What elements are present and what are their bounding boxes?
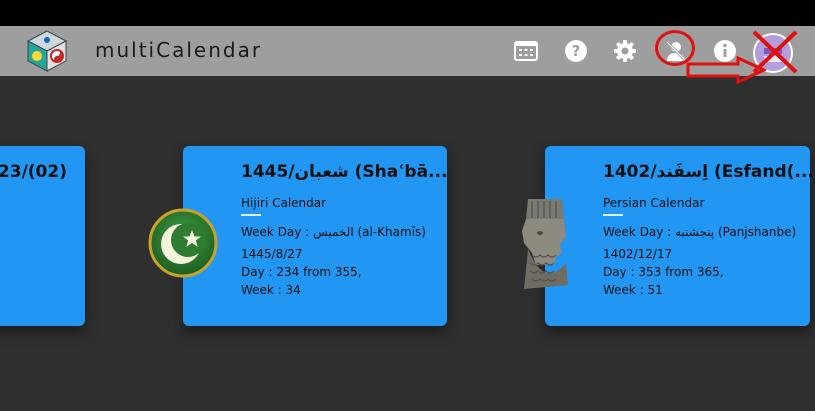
card-weekday: Week Day : پنجشنبه (Panjshanbe) <box>603 225 797 239</box>
calendar-card-persian[interactable]: 1402/اِسفَند (Esfand(... Persian Calenda… <box>545 146 814 326</box>
persian-relief-icon <box>522 199 568 289</box>
gear-icon <box>614 40 636 62</box>
settings-button[interactable] <box>611 37 639 65</box>
subtitle-underline <box>241 214 261 216</box>
card-subtitle: Persian Calendar <box>603 196 705 210</box>
card-day-of-year: Day : 234 from 355, <box>241 265 362 279</box>
card-title: 1402/اِسفَند (Esfand(... <box>603 162 814 182</box>
help-icon: ? <box>565 40 587 62</box>
app-logo-icon[interactable] <box>24 29 70 73</box>
card-title: ‏(02)/23 <box>0 162 67 182</box>
calendar-card-partial[interactable]: ‏(02)/23 <box>0 146 85 326</box>
crescent-star-icon <box>148 208 218 278</box>
card-weekday: Week Day : الخميس (al-Khamīs) <box>241 225 426 239</box>
card-title: 1445/شعبان (Shaʿbā... <box>241 162 448 182</box>
annotation-cross-icon <box>752 30 798 74</box>
card-day-of-year: Day : 353 from 365, <box>603 265 724 279</box>
svg-text:?: ? <box>572 42 581 60</box>
status-strip <box>0 0 815 26</box>
help-button[interactable]: ? <box>562 37 590 65</box>
calendar-card-hijri[interactable]: 1445/شعبان (Shaʿbā... Hijiri Calendar We… <box>183 146 447 326</box>
card-date: 1445/8/27 <box>241 247 303 261</box>
calendar-view-button[interactable] <box>512 37 540 65</box>
app-title: multiCalendar <box>95 38 263 62</box>
card-subtitle: Hijiri Calendar <box>241 196 327 210</box>
card-week: Week : 51 <box>603 283 663 297</box>
card-date: 1402/12/17 <box>603 247 673 261</box>
card-week: Week : 34 <box>241 283 301 297</box>
calendar-grid-icon <box>514 41 538 61</box>
subtitle-underline <box>603 214 623 216</box>
